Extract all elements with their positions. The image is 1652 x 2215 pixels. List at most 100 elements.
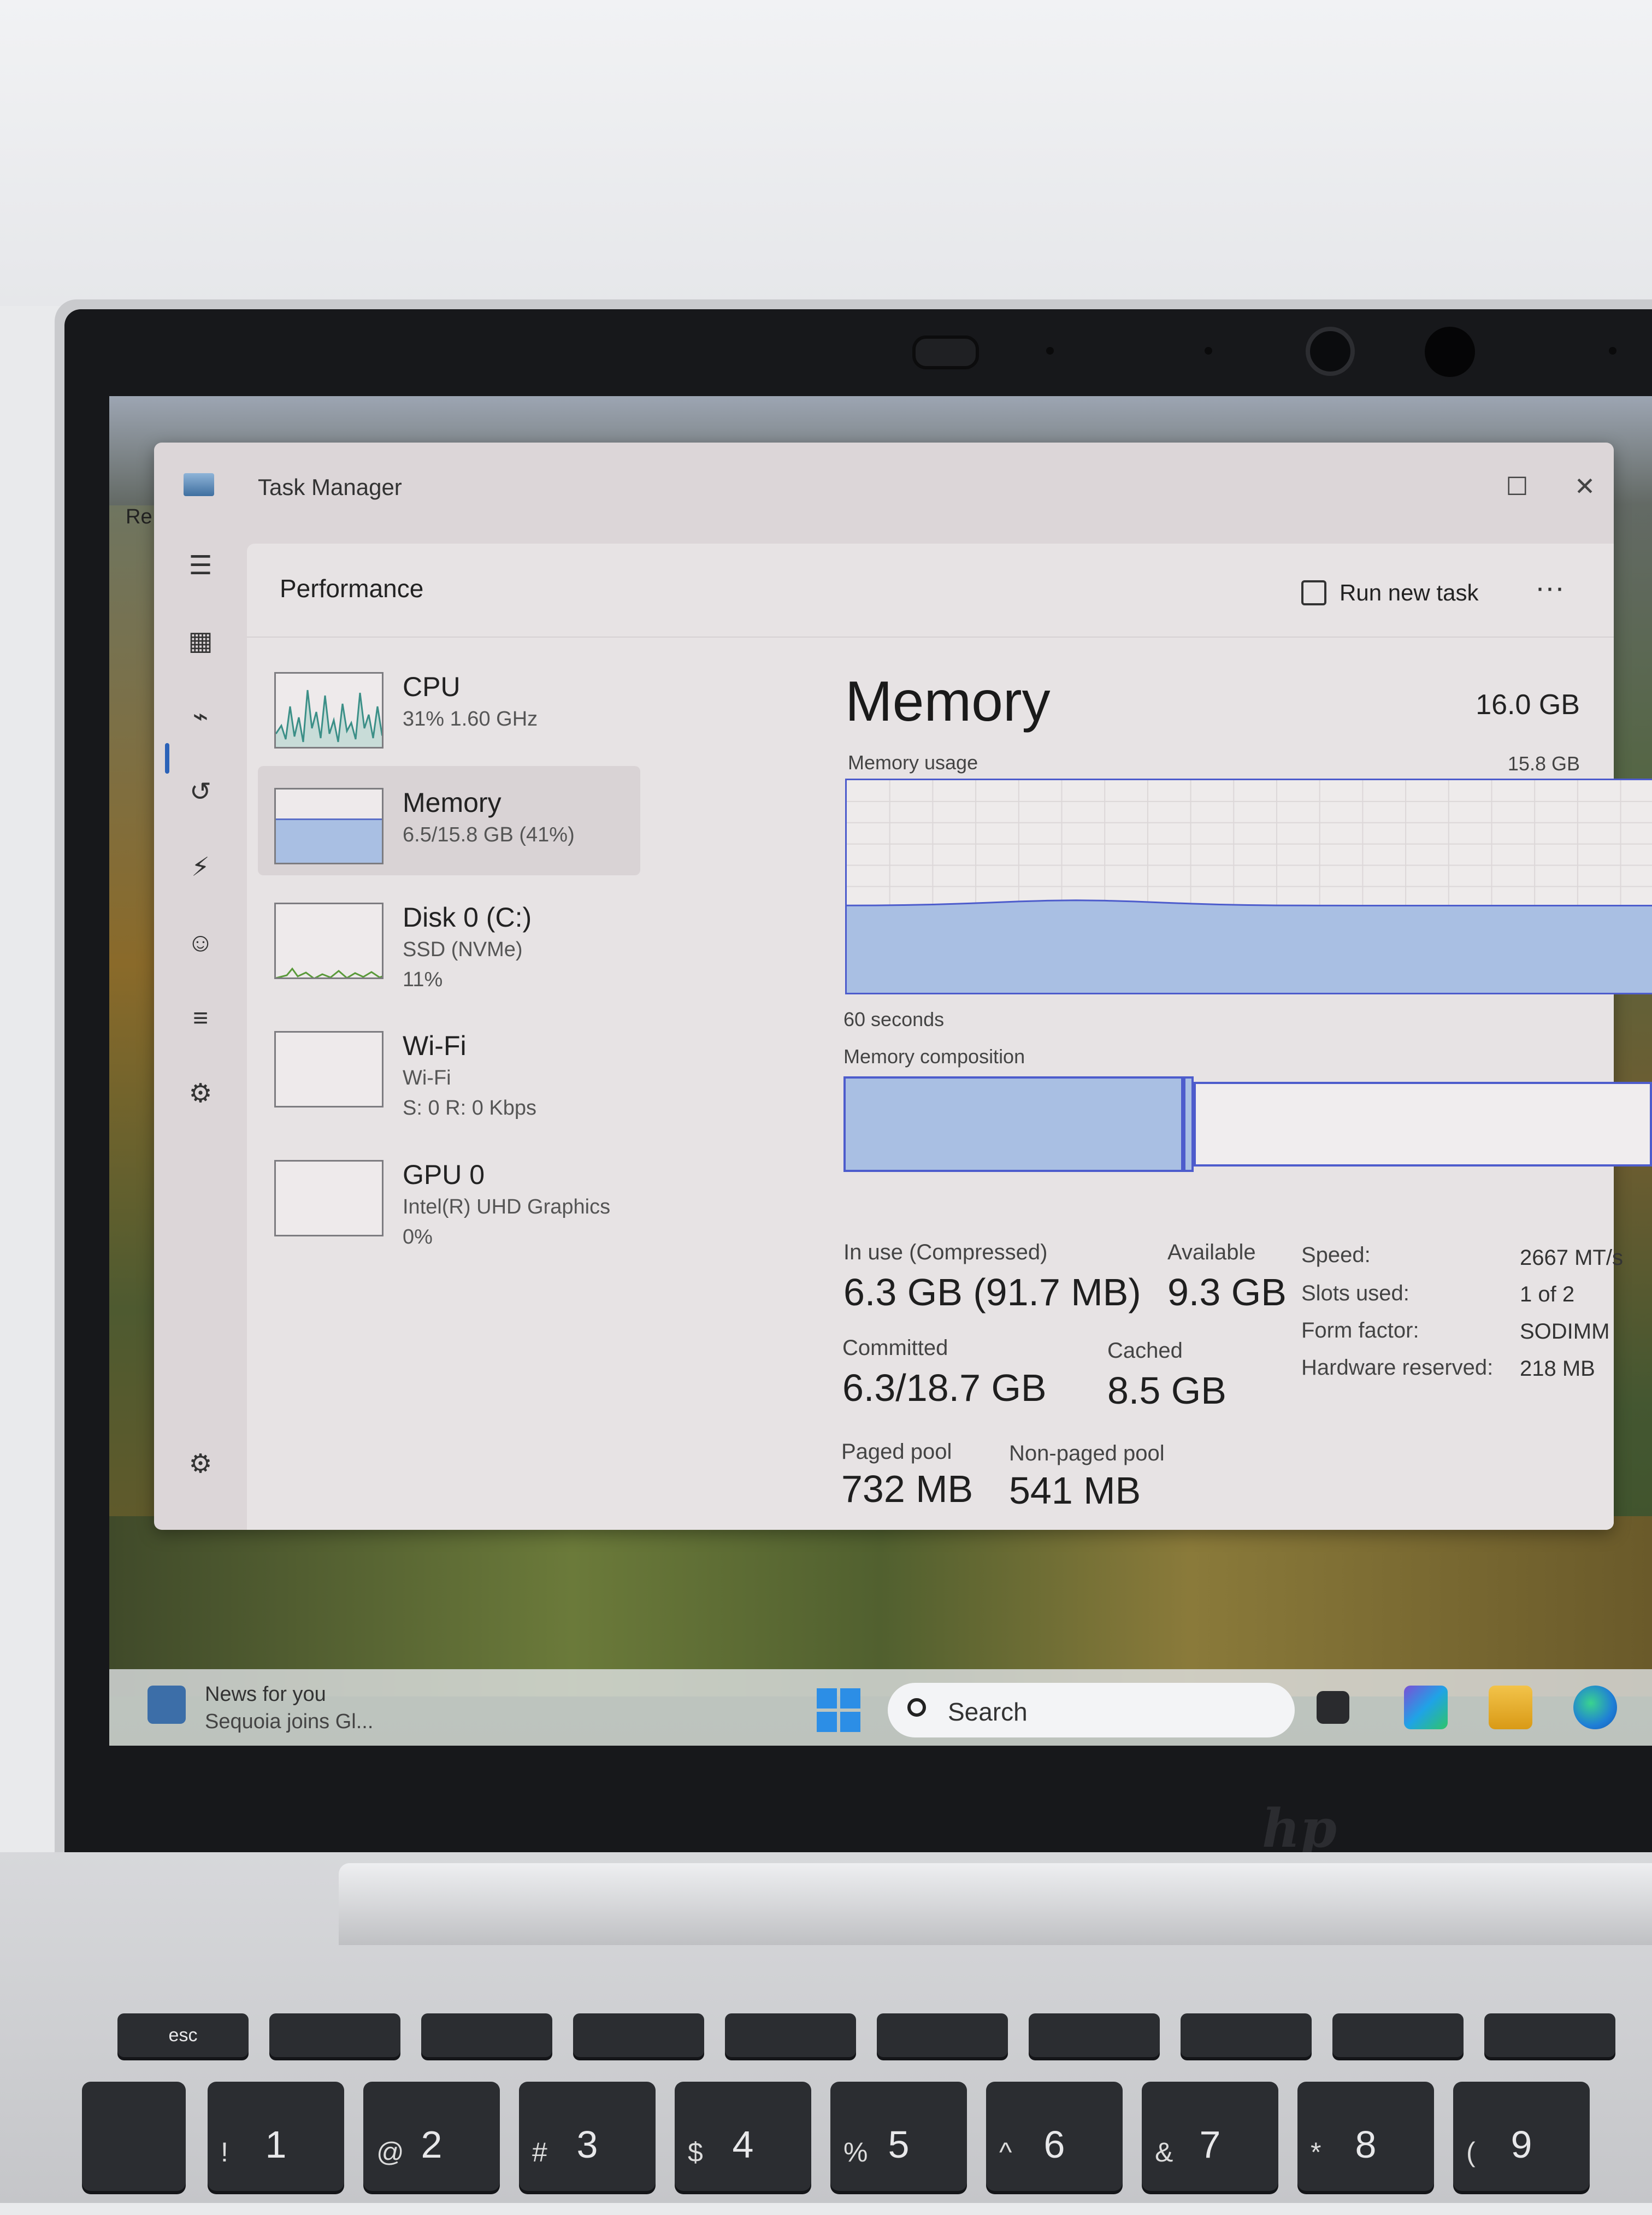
non-paged-pool-label: Non-paged pool: [1009, 1441, 1165, 1465]
key-1[interactable]: ! 1: [208, 2082, 344, 2191]
memory-usage-graph: [845, 779, 1652, 994]
news-widget-title[interactable]: News for you: [205, 1683, 326, 1706]
performance-page: Performance Run new task ··· CPU 31% 1.6…: [247, 544, 1652, 1530]
more-options-button[interactable]: ···: [1520, 571, 1580, 615]
memory-usage-label: Memory usage: [848, 751, 978, 774]
device-detail: Intel(R) UHD Graphics: [403, 1195, 611, 1218]
nav-services[interactable]: ⚙: [170, 1067, 231, 1121]
performance-icon: ⌁: [192, 702, 209, 731]
users-icon: ☺: [187, 928, 214, 957]
nav-startup-apps[interactable]: ⚡: [170, 840, 231, 895]
menu-icon: ☰: [188, 551, 213, 580]
webcam-lens: [1306, 327, 1355, 376]
device-memory[interactable]: Memory 6.5/15.8 GB (41%): [258, 766, 640, 875]
nav-details[interactable]: ≡: [170, 991, 231, 1046]
modified-segment[interactable]: [1183, 1076, 1194, 1172]
hp-logo: hp: [1262, 1798, 1337, 1859]
news-widget-icon[interactable]: [148, 1686, 186, 1724]
key-legend: 8: [1355, 2123, 1377, 2166]
key-shift-legend: ^: [999, 2137, 1012, 2167]
device-usage: 11%: [403, 968, 443, 991]
key-shift-legend: $: [688, 2137, 703, 2167]
run-new-task-button[interactable]: Run new task: [1301, 571, 1478, 615]
webcam-shutter: [912, 335, 979, 369]
desktop-icon-label[interactable]: Re: [126, 505, 152, 529]
wallpaper: [109, 505, 158, 1653]
cached-label: Cached: [1107, 1339, 1183, 1363]
close-button[interactable]: ✕: [1560, 464, 1609, 508]
memory-composition-bar: [843, 1076, 1652, 1172]
speed-value: 2667 MT/s: [1520, 1246, 1623, 1270]
key-legend: 7: [1199, 2123, 1221, 2166]
screen: Re Task Manager ☐ ✕ ☰ ▦ ⌁ ↺ ⚡ ☺ ≡ ⚙ ⚙ Pe…: [109, 396, 1652, 1746]
device-detail: 31% 1.60 GHz: [403, 708, 538, 731]
maximize-icon: ☐: [1506, 472, 1529, 500]
nav-settings[interactable]: ⚙: [170, 1437, 231, 1492]
key-legend: 5: [888, 2123, 910, 2166]
maximize-button[interactable]: ☐: [1492, 464, 1542, 508]
key-4[interactable]: $4: [675, 2082, 811, 2191]
key-f6[interactable]: [1029, 2013, 1160, 2057]
m365-icon[interactable]: [1404, 1686, 1448, 1729]
memory-total: 16.0 GB: [1476, 689, 1580, 721]
key-f8[interactable]: [1332, 2013, 1464, 2057]
key-f2[interactable]: [421, 2013, 552, 2057]
in-use-segment[interactable]: [843, 1076, 1184, 1172]
in-use-label: In use (Compressed): [843, 1240, 1048, 1264]
key-8[interactable]: * 8: [1297, 2082, 1434, 2191]
news-widget-headline[interactable]: Sequoia joins Gl...: [205, 1710, 373, 1734]
key-9[interactable]: (9: [1453, 2082, 1590, 2191]
task-view-icon[interactable]: [1317, 1691, 1349, 1724]
window-title: Task Manager: [258, 474, 402, 500]
key-5[interactable]: % 5: [830, 2082, 967, 2191]
memory-usage-max: 15.8 GB: [1507, 752, 1580, 775]
form-factor-value: SODIMM: [1520, 1319, 1610, 1344]
device-wifi[interactable]: Wi-Fi Wi-Fi S: 0 R: 0 Kbps: [258, 1009, 640, 1120]
device-disk[interactable]: Disk 0 (C:) SSD (NVMe) 11%: [258, 881, 640, 991]
edge-icon[interactable]: [1573, 1686, 1617, 1729]
key-esc[interactable]: esc: [117, 2013, 249, 2057]
device-gpu[interactable]: GPU 0 Intel(R) UHD Graphics 0%: [258, 1138, 640, 1248]
taskbar-search[interactable]: Search: [888, 1683, 1295, 1737]
cpu-thumbnail-graph: [274, 672, 384, 749]
key-f1[interactable]: [269, 2013, 400, 2057]
key-7[interactable]: & 7: [1142, 2082, 1278, 2191]
key-2[interactable]: @2: [363, 2082, 500, 2191]
key-f7[interactable]: [1181, 2013, 1312, 2057]
device-usage: 0%: [403, 1226, 433, 1248]
key-f3[interactable]: [573, 2013, 704, 2057]
key-f9[interactable]: [1484, 2013, 1615, 2057]
cached-value: 8.5 GB: [1107, 1369, 1226, 1412]
standby-segment[interactable]: [1194, 1082, 1652, 1167]
memory-thumbnail-graph: [274, 788, 384, 864]
nav-users[interactable]: ☺: [170, 916, 231, 970]
start-button[interactable]: [817, 1688, 860, 1732]
photo-backdrop: [0, 0, 1652, 306]
device-name: Wi-Fi: [403, 1030, 467, 1061]
graph-time-span: 60 seconds: [843, 1008, 945, 1030]
windows-logo-icon: [817, 1712, 837, 1732]
key-f4[interactable]: [725, 2013, 856, 2057]
menu-button[interactable]: ☰: [170, 539, 231, 593]
nav-app-history[interactable]: ↺: [170, 765, 231, 820]
search-placeholder: Search: [948, 1698, 1028, 1726]
memory-heading: Memory: [845, 670, 1051, 733]
key-legend: 9: [1511, 2123, 1532, 2166]
task-manager-app-icon: [184, 473, 214, 496]
key-f5[interactable]: [877, 2013, 1008, 2057]
title-bar[interactable]: Task Manager ☐ ✕: [154, 443, 1614, 525]
key-backtick[interactable]: [82, 2082, 186, 2191]
key-3[interactable]: #3: [519, 2082, 656, 2191]
device-cpu[interactable]: CPU 31% 1.60 GHz: [258, 650, 640, 759]
page-title: Performance: [280, 574, 424, 603]
key-shift-legend: @: [376, 2137, 404, 2167]
key-shift-legend: *: [1311, 2137, 1321, 2167]
key-shift-legend: (: [1466, 2137, 1476, 2167]
key-legend: 1: [265, 2123, 287, 2166]
key-shift-legend: !: [221, 2137, 228, 2167]
nav-processes[interactable]: ▦: [170, 614, 231, 669]
file-explorer-icon[interactable]: [1489, 1686, 1532, 1729]
non-paged-pool-value: 541 MB: [1009, 1469, 1141, 1512]
key-6[interactable]: ^ 6: [986, 2082, 1123, 2191]
nav-performance[interactable]: ⌁: [170, 690, 231, 744]
